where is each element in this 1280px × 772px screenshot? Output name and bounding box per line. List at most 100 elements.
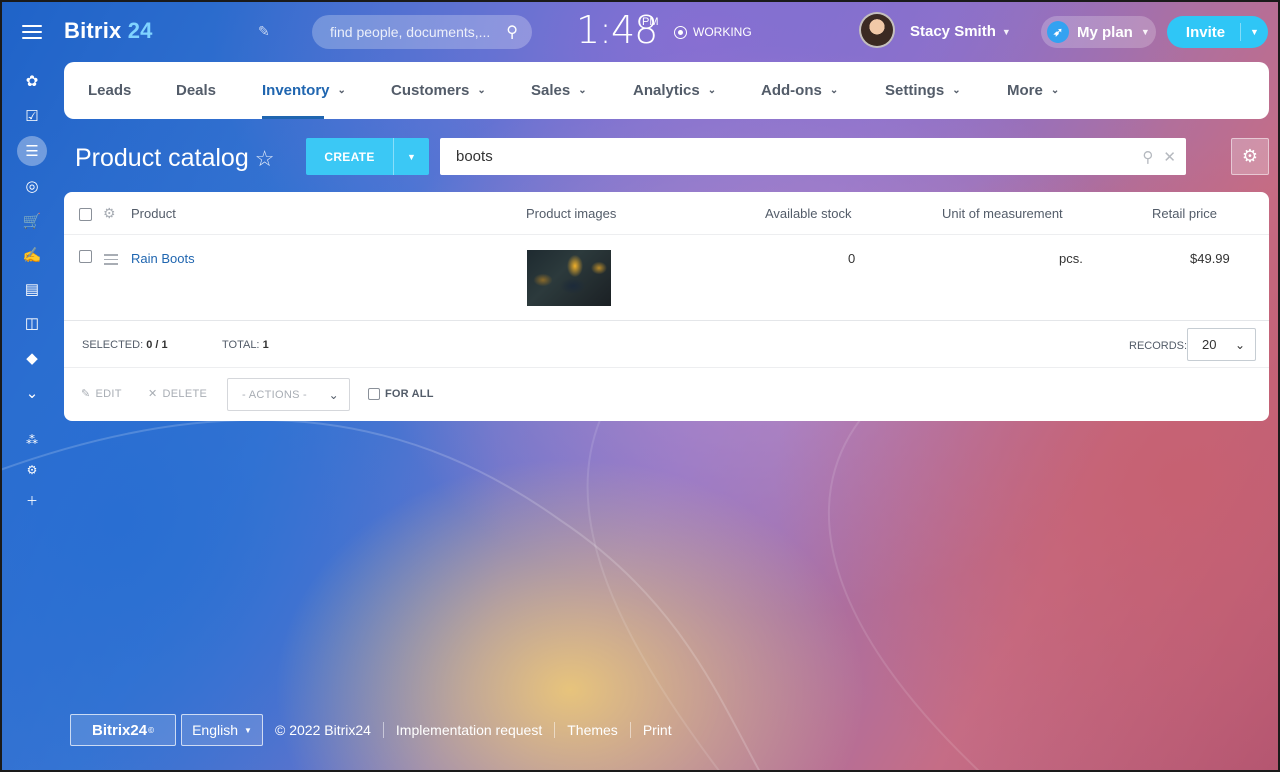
logo[interactable]: Bitrix 24: [64, 18, 153, 44]
robot-icon[interactable]: ◫: [17, 308, 47, 338]
tab-inventory[interactable]: Inventory ⌄: [262, 62, 346, 119]
search-icon[interactable]: ⚲: [506, 22, 518, 42]
grid-settings-button[interactable]: ⚙: [1231, 138, 1269, 175]
create-button[interactable]: CREATE ▼: [306, 138, 429, 175]
column-unit-of-measurement[interactable]: Unit of measurement: [942, 206, 1063, 221]
invite-button[interactable]: Invite ▼: [1167, 16, 1268, 48]
print-link[interactable]: Print: [629, 722, 684, 738]
clock-time: 1:48: [576, 8, 658, 52]
tab-more[interactable]: More ⌄: [1007, 62, 1059, 119]
avatar[interactable]: [859, 12, 895, 48]
filter-search[interactable]: ⚲ ✕: [440, 138, 1186, 175]
tasks-icon[interactable]: ☑: [17, 101, 47, 131]
column-available-stock[interactable]: Available stock: [765, 206, 851, 221]
total-count: TOTAL: 1: [222, 339, 269, 351]
invite-label: Invite: [1185, 23, 1226, 41]
themes-link[interactable]: Themes: [554, 722, 630, 738]
chevron-down-icon: ▼: [244, 725, 252, 735]
pencil-icon: ✎: [81, 388, 91, 400]
for-all-checkbox[interactable]: [368, 388, 380, 400]
actions-select[interactable]: - ACTIONS - ⌄: [227, 378, 350, 411]
more-chevron-icon[interactable]: ⌄: [17, 378, 47, 408]
total-value: 1: [262, 339, 269, 351]
chevron-down-icon[interactable]: ▼: [393, 138, 429, 175]
selected-label: SELECTED:: [82, 339, 144, 351]
contact-card-icon[interactable]: ▤: [17, 274, 47, 304]
grid-actions: ✎ EDIT ✕ DELETE - ACTIONS - ⌄ FOR ALL: [64, 368, 1269, 421]
rocket-icon: ➶: [1047, 21, 1069, 43]
chevron-down-icon: ⌄: [328, 387, 339, 402]
tab-leads[interactable]: Leads: [88, 62, 131, 119]
tab-deals[interactable]: Deals: [176, 62, 216, 119]
close-icon: ✕: [148, 388, 158, 400]
star-icon[interactable]: ☆: [255, 146, 275, 172]
work-status-button[interactable]: WORKING: [674, 25, 752, 39]
tab-label: Customers: [391, 82, 470, 99]
tab-sales[interactable]: Sales ⌄: [531, 62, 587, 119]
add-icon[interactable]: ＋: [17, 485, 47, 515]
work-status-label: WORKING: [693, 25, 752, 39]
search-input[interactable]: [330, 24, 501, 40]
selected-value: 0 / 1: [146, 339, 168, 351]
implementation-request-link[interactable]: Implementation request: [382, 722, 554, 738]
select-all-checkbox[interactable]: [79, 208, 92, 221]
close-icon[interactable]: ✕: [1163, 148, 1176, 166]
global-search[interactable]: ⚲: [312, 15, 532, 49]
edit-button[interactable]: ✎ EDIT: [81, 387, 122, 401]
footer-logo-text: Bitrix24: [92, 721, 148, 739]
filter-input[interactable]: [456, 148, 1133, 165]
language-label: English: [192, 722, 238, 738]
top-navigation: Leads Deals Inventory ⌄ Customers ⌄ Sales ⌄…: [64, 62, 1269, 119]
chevron-down-icon: ⌄: [477, 85, 486, 96]
column-settings-icon[interactable]: ⚙: [103, 205, 116, 222]
chevron-down-icon: ⌄: [1050, 85, 1060, 96]
total-label: TOTAL:: [222, 339, 260, 351]
page-title: Product catalog ☆: [75, 144, 274, 173]
tab-label: Deals: [176, 82, 217, 99]
pencil-icon[interactable]: ✎: [258, 23, 270, 40]
column-product-images[interactable]: Product images: [526, 206, 616, 221]
tab-add-ons[interactable]: Add-ons ⌄: [761, 62, 838, 119]
tab-label: More: [1007, 82, 1043, 99]
gear-icon: ⚙: [1241, 146, 1259, 166]
tab-settings[interactable]: Settings ⌄: [885, 62, 961, 119]
table-row[interactable]: Rain Boots 0 pcs. $49.99: [64, 235, 1269, 321]
sitemap-icon[interactable]: ⁂: [17, 425, 47, 455]
records-per-page-select[interactable]: 20 ⌄: [1187, 328, 1256, 361]
product-link[interactable]: Rain Boots: [131, 251, 195, 266]
for-all-toggle[interactable]: FOR ALL: [368, 388, 434, 400]
logo-text: Bitrix: [64, 18, 122, 43]
user-menu[interactable]: Stacy Smith ▼: [910, 23, 1011, 40]
box-icon[interactable]: ◆: [17, 343, 47, 373]
drag-handle-icon[interactable]: [104, 254, 118, 268]
chevron-down-icon: ▼: [1140, 27, 1150, 37]
delete-button[interactable]: ✕ DELETE: [148, 387, 207, 401]
row-checkbox[interactable]: [79, 250, 92, 263]
sign-icon[interactable]: ✍: [17, 240, 47, 270]
crm-filter-icon[interactable]: ☰: [17, 136, 47, 166]
bitrix24-footer-logo[interactable]: Bitrix24 ©: [70, 714, 176, 746]
settings-gear-icon[interactable]: ⚙: [17, 455, 47, 485]
feed-icon[interactable]: ✿: [17, 66, 47, 96]
my-plan-button[interactable]: ➶ My plan ▼: [1041, 16, 1156, 48]
search-icon[interactable]: ⚲: [1142, 148, 1153, 166]
page-footer: Bitrix24 © English ▼ © 2022 Bitrix24 Imple…: [70, 714, 684, 746]
tab-label: Settings: [885, 82, 945, 99]
stock-value: 0: [848, 251, 856, 266]
column-product[interactable]: Product: [131, 206, 176, 221]
menu-toggle-icon[interactable]: [20, 22, 44, 42]
selected-count: SELECTED: 0 / 1: [82, 339, 168, 351]
tab-analytics[interactable]: Analytics ⌄: [633, 62, 716, 119]
column-retail-price[interactable]: Retail price: [1152, 206, 1217, 221]
target-icon[interactable]: ◎: [17, 171, 47, 201]
product-image[interactable]: [527, 250, 611, 306]
tab-label: Sales: [531, 82, 571, 99]
record-icon: [674, 25, 687, 39]
chevron-down-icon: ⌄: [952, 85, 961, 96]
tab-customers[interactable]: Customers ⌄: [391, 62, 486, 119]
chevron-down-icon[interactable]: ▼: [1240, 23, 1268, 41]
language-select[interactable]: English ▼: [181, 714, 263, 746]
chevron-down-icon: ⌄: [1234, 337, 1245, 352]
chevron-down-icon: ⌄: [578, 85, 587, 96]
cart-icon[interactable]: 🛒: [17, 206, 47, 236]
